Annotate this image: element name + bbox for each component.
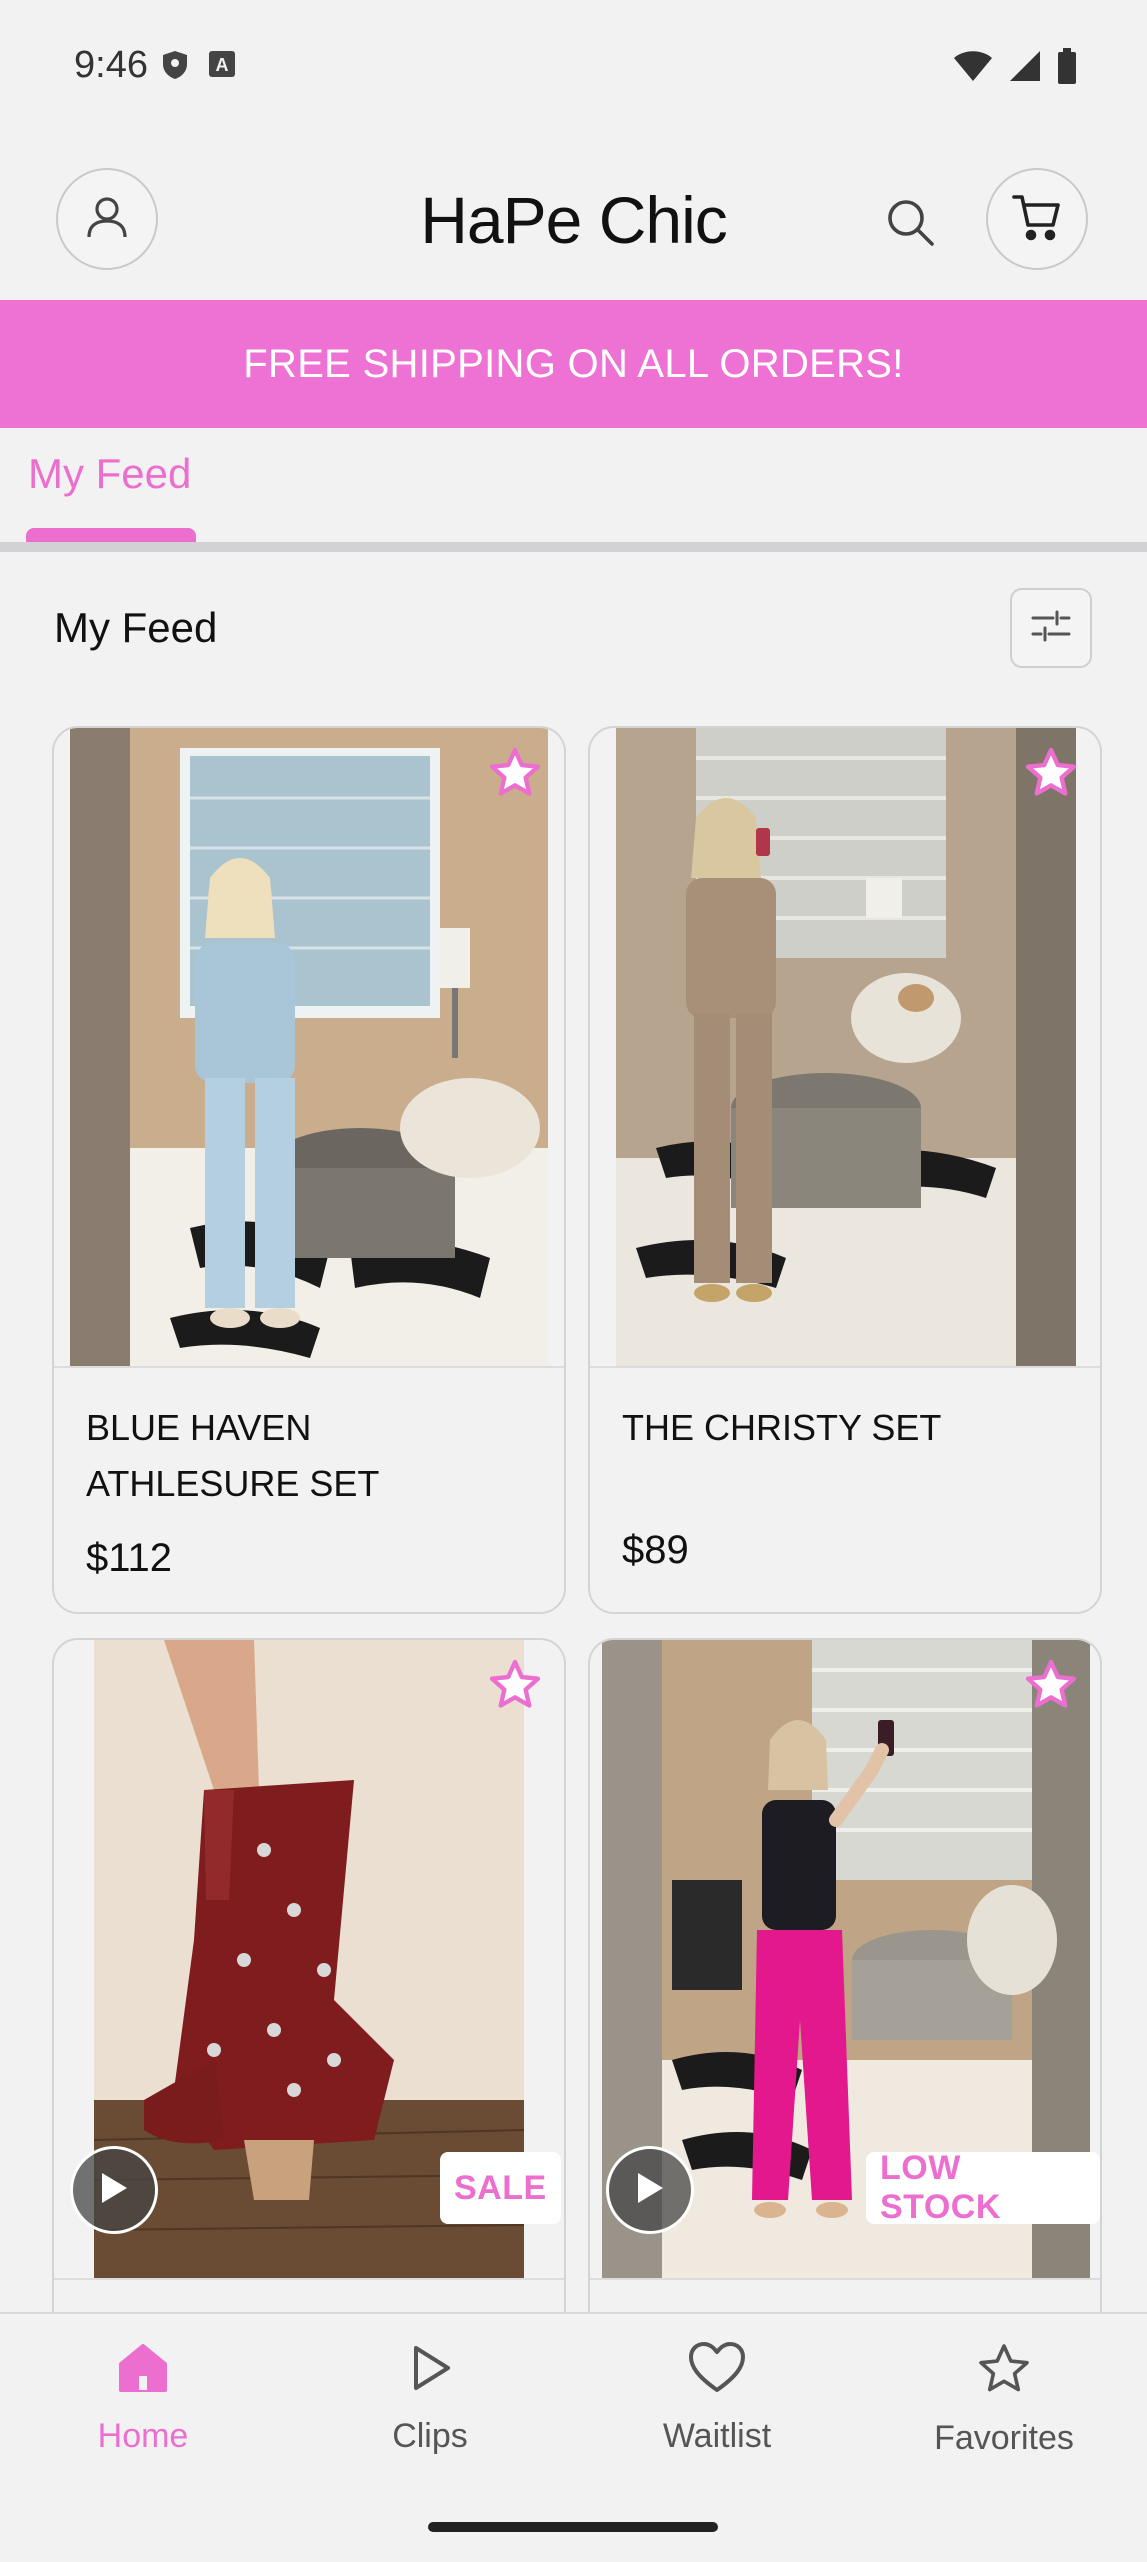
nav-favorites-label: Favorites (934, 2419, 1074, 2457)
product-price: $112 (86, 1536, 173, 1580)
play-icon (402, 2346, 458, 2400)
favorite-star-icon[interactable] (486, 744, 544, 802)
favorite-star-icon[interactable] (486, 1656, 544, 1714)
search-button[interactable] (882, 194, 938, 250)
wifi-icon (953, 50, 993, 87)
filter-button[interactable] (1010, 588, 1092, 668)
free-shipping-banner: FREE SHIPPING ON ALL ORDERS! (0, 300, 1147, 428)
product-card[interactable]: SALE (52, 1638, 566, 2338)
a-icon: A (208, 50, 236, 85)
product-photo[interactable] (70, 728, 548, 1366)
home-icon (115, 2344, 171, 2400)
nav-waitlist-label: Waitlist (662, 2417, 772, 2455)
battery-icon (1057, 48, 1077, 89)
tab-my-feed[interactable]: My Feed (28, 450, 191, 498)
play-icon (99, 2171, 129, 2210)
gesture-home-bar[interactable] (428, 2522, 718, 2532)
sale-badge: SALE (440, 2152, 561, 2224)
product-price: $89 (622, 1528, 689, 1572)
favorite-star-icon[interactable] (1022, 1656, 1080, 1714)
play-icon (635, 2171, 665, 2210)
product-card[interactable]: BLUE HAVEN ATHLESURE SET $112 (52, 726, 566, 1614)
tab-divider (0, 542, 1147, 552)
play-video-button[interactable] (70, 2146, 158, 2234)
product-title: THE CHRISTY SET (622, 1407, 942, 1448)
filter-sliders-icon (1029, 606, 1073, 651)
product-photo[interactable] (616, 728, 1076, 1366)
low-stock-badge: LOW STOCK (866, 2149, 1100, 2226)
search-icon (882, 200, 938, 254)
shield-icon (162, 50, 188, 85)
feed-title: My Feed (54, 604, 218, 651)
signal-icon (1009, 50, 1041, 87)
brand-title: HaPe Chic (420, 183, 727, 257)
product-card[interactable]: THE CHRISTY SET $89 (588, 726, 1102, 1614)
svg-text:A: A (216, 55, 229, 75)
nav-home[interactable]: Home (23, 2340, 263, 2456)
favorite-star-icon[interactable] (1022, 744, 1080, 802)
product-card[interactable]: LOW STOCK (588, 1638, 1102, 2338)
cart-button[interactable] (986, 168, 1088, 270)
status-time: 9:46 (74, 44, 148, 86)
nav-favorites[interactable]: Favorites (884, 2340, 1124, 2458)
nav-clips-label: Clips (392, 2417, 468, 2455)
nav-home-label: Home (97, 2417, 189, 2455)
cart-icon (1011, 191, 1063, 248)
star-icon (974, 2344, 1034, 2402)
nav-clips[interactable]: Clips (310, 2340, 550, 2456)
play-video-button[interactable] (606, 2146, 694, 2234)
product-title: BLUE HAVEN ATHLESURE SET (86, 1407, 380, 1504)
tab-indicator (26, 528, 196, 542)
nav-waitlist[interactable]: Waitlist (597, 2340, 837, 2456)
heart-icon (687, 2342, 747, 2400)
